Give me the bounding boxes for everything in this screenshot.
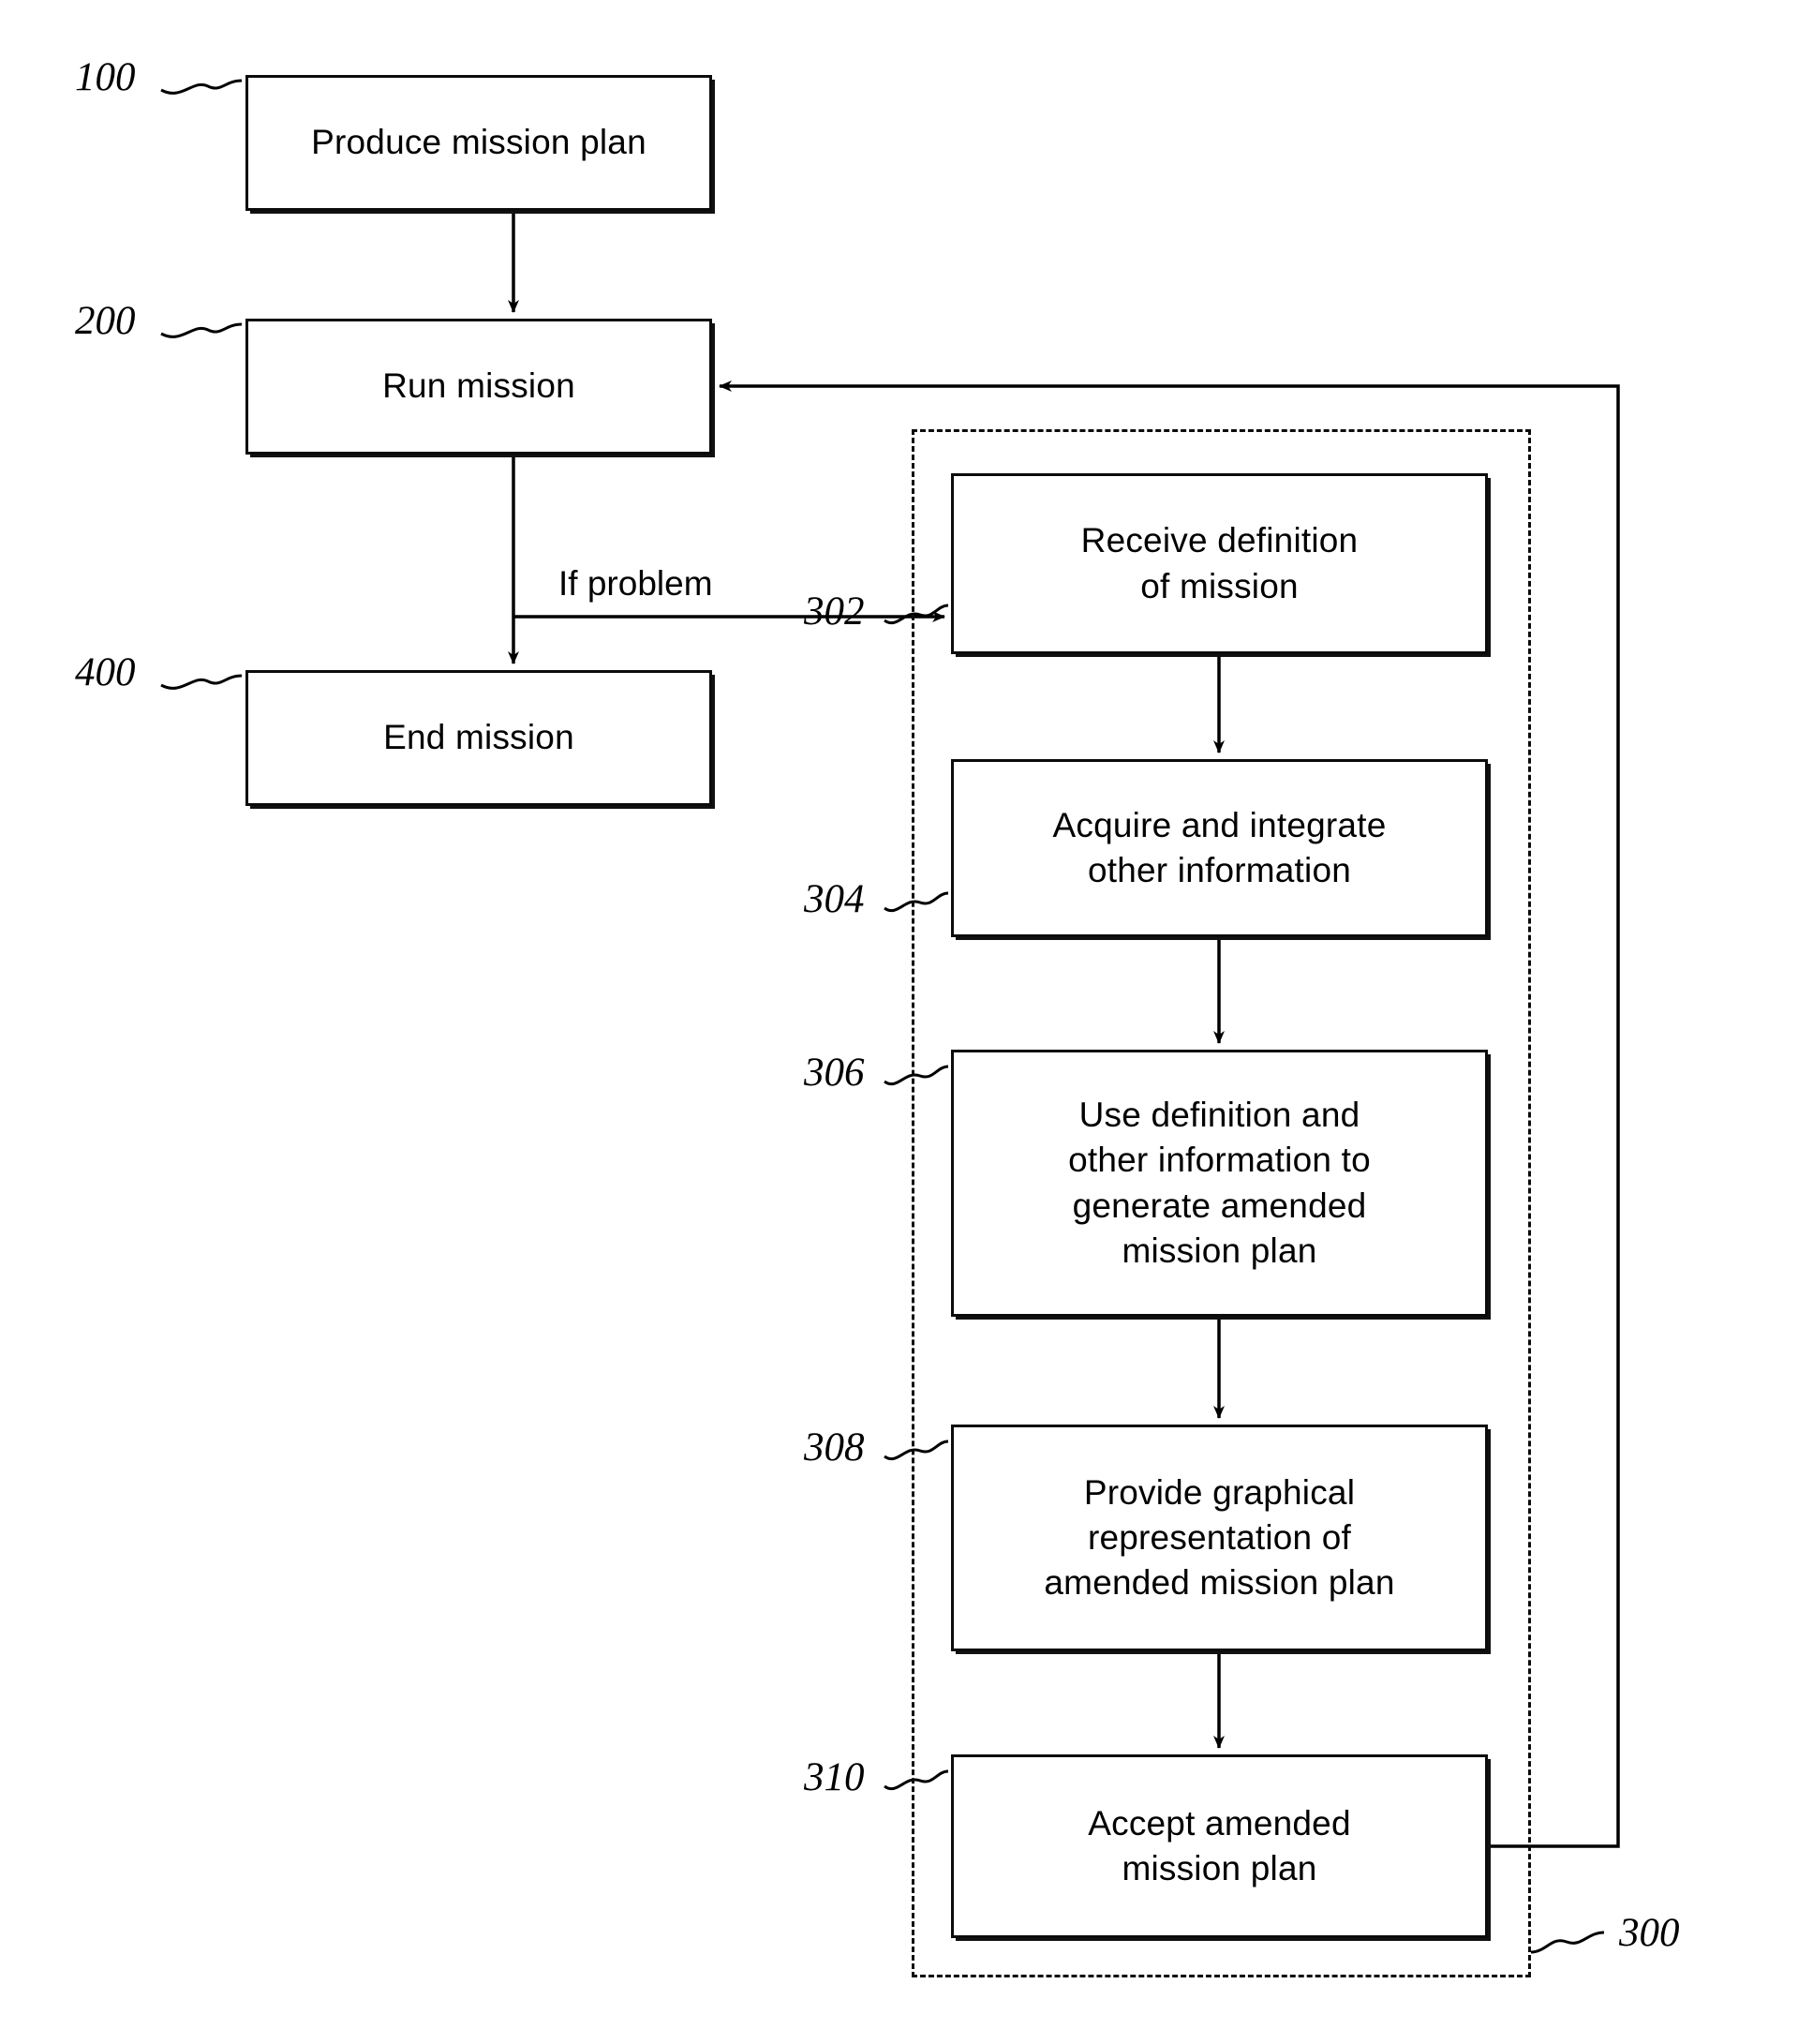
box-run-mission[interactable]: Run mission (245, 319, 712, 455)
leader-line-300 (1530, 1931, 1605, 1954)
box-label-produce-mission-plan: Produce mission plan (311, 123, 646, 162)
ref-numeral-100: 100 (75, 55, 136, 99)
box-produce-mission-plan[interactable]: Produce mission plan (245, 75, 712, 211)
box-end-mission[interactable]: End mission (245, 670, 712, 806)
ref-numeral-302: 302 (804, 589, 865, 634)
leader-line-200 (160, 322, 243, 338)
box-label-receive-definition-of-mission: Receive definition of mission (1080, 521, 1359, 605)
connector-layer (160, 79, 1620, 1954)
box-receive-definition-of-mission[interactable]: Receive definition of mission (951, 473, 1488, 654)
edge-label-if-problem: If problem (558, 564, 713, 603)
ref-numeral-400: 400 (75, 650, 136, 694)
box-label-provide-graphical-representation: Provide graphical representation of amen… (1044, 1472, 1395, 1603)
box-label-run-mission: Run mission (382, 366, 575, 406)
ref-numeral-200: 200 (75, 299, 136, 343)
box-use-definition-and-other-information[interactable]: Use definition and other information to … (951, 1050, 1488, 1317)
ref-numeral-310: 310 (804, 1755, 865, 1799)
ref-numeral-304: 304 (804, 877, 865, 921)
ref-numeral-300: 300 (1619, 1911, 1680, 1955)
box-provide-graphical-representation[interactable]: Provide graphical representation of amen… (951, 1425, 1488, 1651)
box-accept-amended-mission-plan[interactable]: Accept amended mission plan (951, 1754, 1488, 1938)
box-label-end-mission: End mission (383, 718, 574, 757)
leader-line-400 (160, 674, 243, 690)
box-acquire-and-integrate-other-information[interactable]: Acquire and integrate other information (951, 759, 1488, 937)
ref-numeral-306: 306 (804, 1051, 865, 1095)
ref-numeral-308: 308 (804, 1425, 865, 1470)
box-label-use-definition-and-other-information: Use definition and other information to … (1068, 1096, 1371, 1270)
figure-canvas: Produce mission plan Run mission End mis… (0, 0, 1813, 2044)
leader-line-100 (160, 79, 243, 95)
box-label-acquire-and-integrate-other-information: Acquire and integrate other information (1052, 805, 1387, 889)
box-label-accept-amended-mission-plan: Accept amended mission plan (1088, 1803, 1351, 1887)
